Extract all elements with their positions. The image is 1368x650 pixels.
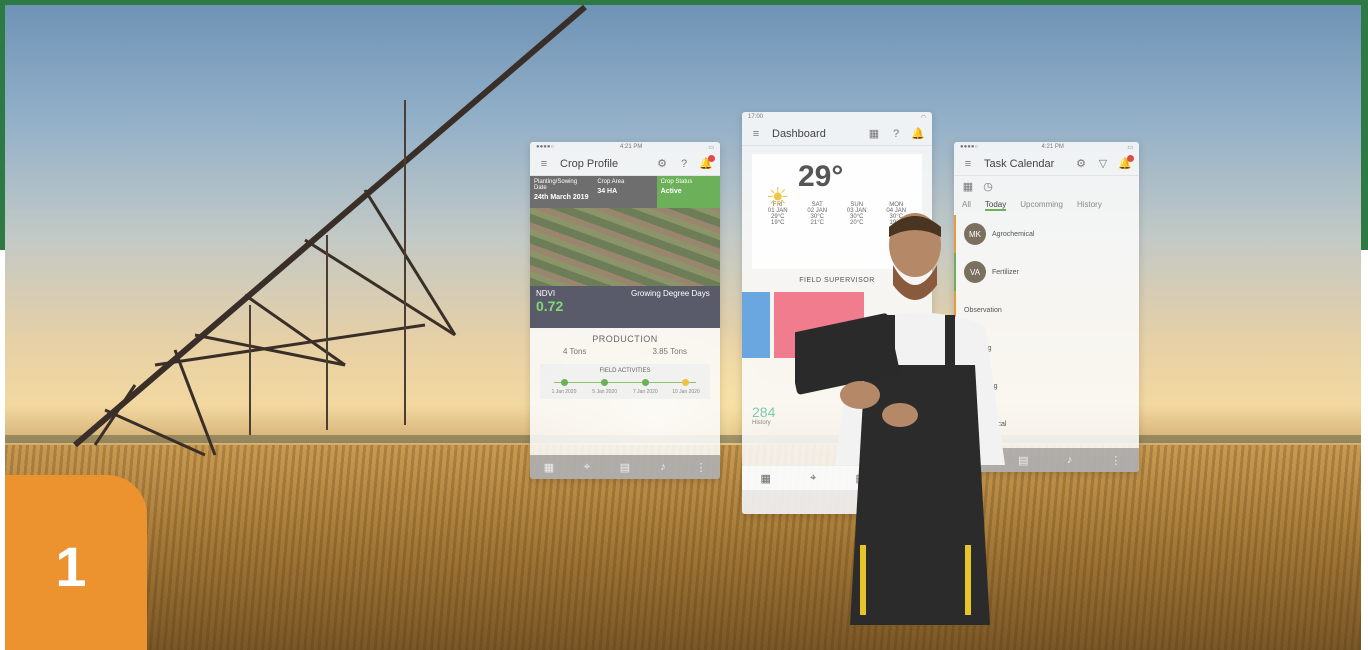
status-bar: ●●●●○ 4:21 PM ▭ <box>530 142 720 152</box>
tab-history[interactable]: History <box>1077 200 1102 211</box>
crop-profile-screen: ●●●●○ 4:21 PM ▭ ≡ Crop Profile ⚙ ? 🔔 Pla… <box>530 142 720 479</box>
info-value: 34 HA <box>597 188 618 195</box>
status-time: 17:00 <box>748 114 764 120</box>
ndvi-label: NDVI <box>536 289 556 298</box>
production-row: 4 Tons 3.85 Tons <box>530 347 720 356</box>
timeline-date: 5 Jan 2020 <box>592 389 618 395</box>
status-time: 4:21 PM <box>1041 144 1064 150</box>
gear-icon[interactable]: ⚙ <box>1075 158 1087 170</box>
crop-bottom-nav: ▦ ⌖ ▤ ♪ ⋮ <box>530 455 720 479</box>
timeline-date: 10 Jan 2020 <box>672 389 700 395</box>
battery-icon: ▭ <box>708 145 714 151</box>
crop-profile-app-bar: ≡ Crop Profile ⚙ ? 🔔 <box>530 152 720 176</box>
crop-profile-title: Crop Profile <box>560 157 619 170</box>
farmer-with-tablet-illustration <box>795 213 1005 625</box>
planting-date-cell: Planting/Sowing Date 24th March 2019 <box>530 176 593 208</box>
alarm-clock-icon[interactable]: ◷ <box>982 180 994 193</box>
dashboard-app-bar: ≡ Dashboard ▦ ? 🔔 <box>742 122 932 146</box>
supervisor-card-blue[interactable] <box>742 292 770 358</box>
microphone-icon[interactable]: ♪ <box>657 461 669 473</box>
current-temperature: 29° <box>798 160 844 193</box>
gdd-cell: Growing Degree Days <box>625 286 720 328</box>
timeline-date: 7 Jan 2020 <box>632 389 658 395</box>
right-white-border <box>1361 250 1368 650</box>
partly-cloudy-icon: ☀ <box>766 182 790 212</box>
timeline-item[interactable]: 7 Jan 2020 <box>625 379 665 395</box>
status-bar: ●●●●○ 4:21 PM ▭ <box>954 142 1139 152</box>
menu-icon[interactable]: ≡ <box>538 158 550 170</box>
calendar-toolbar: ▦ ◷ <box>954 176 1139 196</box>
estimated-production: 4 Tons <box>563 347 587 356</box>
crop-area-cell: Crop Area 34 HA <box>593 176 656 208</box>
right-green-border <box>1361 0 1368 250</box>
menu-icon[interactable]: ≡ <box>750 128 762 140</box>
bell-icon[interactable]: 🔔 <box>911 128 925 140</box>
info-value: Active <box>660 188 682 195</box>
info-label: Crop Area <box>597 179 625 185</box>
activity-timeline: 1 Jan 2020 5 Jan 2020 7 Jan 2020 10 Jan … <box>544 379 706 395</box>
filter-icon[interactable]: ▽ <box>1097 158 1109 170</box>
ndvi-value: 0.72 <box>536 298 564 314</box>
info-label: Planting/Sowing Date <box>534 179 578 191</box>
menu-icon[interactable]: ≡ <box>962 158 974 170</box>
task-calendar-app-bar: ≡ Task Calendar ⚙ ▽ 🔔 <box>954 152 1139 176</box>
carrier-text: ●●●●○ <box>536 144 555 150</box>
field-activities-box[interactable]: FIELD ACTIVITIES 1 Jan 2020 5 Jan 2020 7… <box>540 364 710 399</box>
forecast-low: 19°C <box>771 220 785 226</box>
history-widget[interactable]: 284 History <box>752 404 775 426</box>
bell-icon[interactable]: 🔔 <box>699 154 715 170</box>
grid-icon[interactable]: ▦ <box>760 472 772 485</box>
more-icon[interactable]: ⋮ <box>1110 454 1122 467</box>
help-icon[interactable]: ? <box>890 128 902 140</box>
document-icon[interactable]: ▤ <box>619 461 631 474</box>
timeline-item[interactable]: 10 Jan 2020 <box>666 379 706 395</box>
bell-icon[interactable]: 🔔 <box>1118 154 1134 170</box>
microphone-icon[interactable]: ♪ <box>1064 454 1076 466</box>
crop-status-cell: Crop Status Active <box>656 176 720 208</box>
tab-upcomming[interactable]: Upcomming <box>1020 200 1063 211</box>
dashboard-title: Dashboard <box>772 127 826 140</box>
timeline-date: 1 Jan 2020 <box>551 389 577 395</box>
info-value: 24th March 2019 <box>534 194 589 201</box>
gear-icon[interactable]: ⚙ <box>656 158 668 170</box>
help-icon[interactable]: ? <box>678 158 690 170</box>
history-value: 284 <box>752 404 776 420</box>
step-number: 1 <box>55 535 87 598</box>
task-calendar-title: Task Calendar <box>984 157 1055 170</box>
crop-info-strip: Planting/Sowing Date 24th March 2019 Cro… <box>530 176 720 208</box>
ndvi-cell: NDVI 0.72 <box>530 286 625 328</box>
calendar-icon[interactable]: ▦ <box>962 180 974 193</box>
timeline-item[interactable]: 5 Jan 2020 <box>585 379 625 395</box>
status-time: 4:21 PM <box>620 144 643 150</box>
wifi-icon: ◠ <box>920 115 926 121</box>
status-bar: 17:00 ◠ <box>742 112 932 122</box>
battery-icon: ▭ <box>1127 145 1133 151</box>
ndvi-row: NDVI 0.72 Growing Degree Days <box>530 286 720 328</box>
step-number-badge: 1 <box>5 475 147 650</box>
production-title: PRODUCTION <box>592 334 658 344</box>
carrier-text: ●●●●○ <box>960 144 979 150</box>
gdd-label: Growing Degree Days <box>631 289 710 298</box>
grid-icon[interactable]: ▦ <box>543 461 555 474</box>
history-label: History <box>752 420 771 426</box>
field-activities-title: FIELD ACTIVITIES <box>599 368 651 374</box>
satellite-field-map[interactable] <box>530 208 720 286</box>
location-pin-icon[interactable]: ⌖ <box>581 461 593 473</box>
calendar-icon[interactable]: ▦ <box>868 128 880 140</box>
info-label: Crop Status <box>660 179 693 185</box>
timeline-item[interactable]: 1 Jan 2020 <box>544 379 584 395</box>
hero-photo: ●●●●○ 4:21 PM ▭ ≡ Crop Profile ⚙ ? 🔔 Pla… <box>5 5 1361 650</box>
more-icon[interactable]: ⋮ <box>695 461 707 474</box>
actual-production: 3.85 Tons <box>652 347 687 356</box>
